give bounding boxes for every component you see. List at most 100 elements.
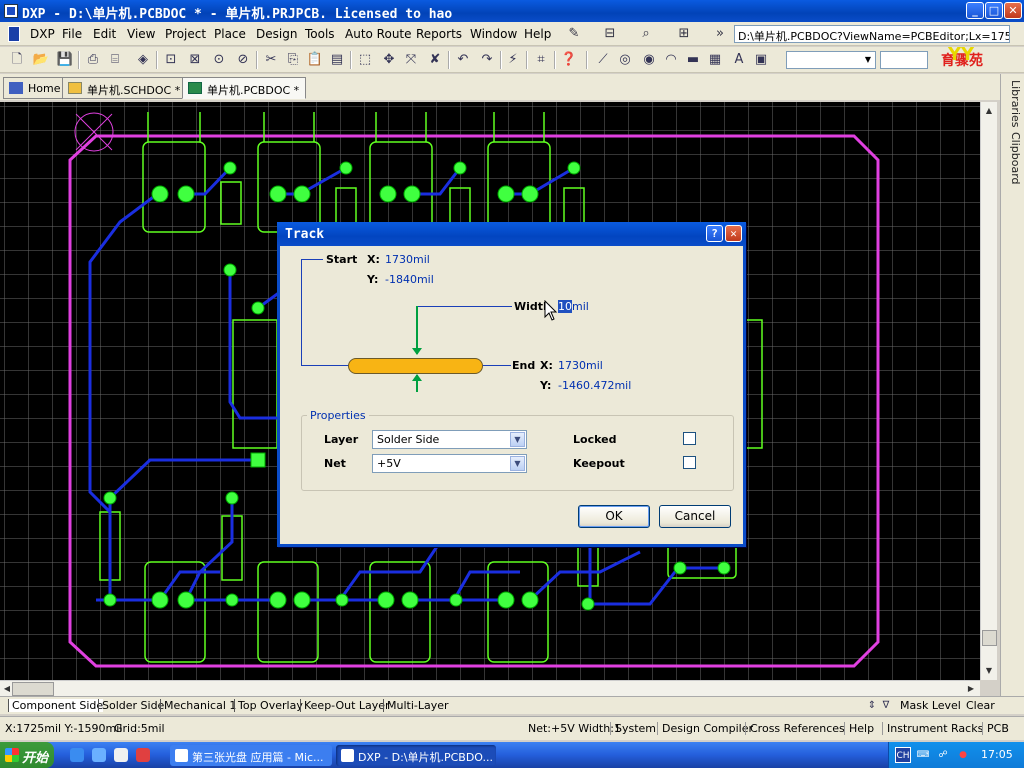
mask-level-button[interactable]: Mask Level (900, 699, 961, 712)
layer-tab-solder-side[interactable]: Solder Side (98, 699, 164, 712)
filter-icon[interactable]: ∇ (880, 697, 892, 715)
pencil-ruler-icon[interactable]: ✎ (566, 26, 582, 42)
scroll-right-icon[interactable]: ▶ (964, 682, 978, 696)
net-select[interactable]: +5V ▼ (372, 454, 527, 473)
task-word-document[interactable]: 第三张光盘 应用篇 - Mic... (170, 745, 332, 766)
place-pad-icon[interactable]: ◎ (616, 51, 634, 69)
menu-reports[interactable]: Reports (416, 27, 462, 41)
layer-tab-keep-out[interactable]: Keep-Out Layer (300, 699, 390, 712)
browse-component-icon[interactable]: ⌗ (532, 51, 550, 69)
select-area-icon[interactable]: ⬚ (356, 51, 374, 69)
menu-view[interactable]: View (127, 27, 155, 41)
mask-combo[interactable] (880, 51, 928, 69)
menu-design[interactable]: Design (256, 27, 297, 41)
side-tab-libraries[interactable]: Libraries (1004, 80, 1022, 128)
new-file-icon[interactable]: 🗋 (8, 51, 26, 69)
chevron-down-icon[interactable]: ▼ (510, 456, 525, 471)
print-preview-icon[interactable]: ⌸ (106, 51, 124, 69)
maximize-button[interactable]: □ (985, 2, 1003, 19)
keyboard-icon[interactable]: ⌨ (915, 747, 931, 763)
layer-options-icon[interactable]: ⇕ (866, 697, 878, 715)
layer-tab-mechanical-1[interactable]: Mechanical 1 (160, 699, 236, 712)
interactive-route-icon[interactable]: ⟋ (594, 51, 612, 69)
menu-edit[interactable]: Edit (93, 27, 116, 41)
zoom-fit-icon[interactable]: ⊡ (162, 51, 180, 69)
outlook-icon[interactable] (92, 748, 106, 762)
panel-design-compiler[interactable]: Design Compiler (657, 722, 753, 735)
side-tab-clipboard[interactable]: Clipboard (1004, 132, 1022, 185)
paste-icon[interactable]: 📋 (306, 51, 324, 69)
layer-tab-top-overlay[interactable]: Top Overlay (234, 699, 303, 712)
track-dialog[interactable]: Track ? ✕ Start X: 1730mil Y: -1840mil W… (277, 222, 746, 547)
cross-probe-icon[interactable]: ⚡ (504, 51, 522, 69)
find-icon[interactable]: ⌕ (638, 26, 654, 42)
menu-file[interactable]: File (62, 27, 82, 41)
cut-icon[interactable]: ✂ (262, 51, 280, 69)
place-component-icon[interactable]: ▣ (752, 51, 770, 69)
cancel-button[interactable]: Cancel (659, 505, 731, 528)
vertical-scroll-thumb[interactable] (982, 630, 997, 646)
keepout-checkbox[interactable] (683, 456, 696, 469)
panel-help[interactable]: Help (844, 722, 874, 735)
polygon-pour-icon[interactable]: ▦ (706, 51, 724, 69)
print-icon[interactable]: ⎙ (84, 51, 102, 69)
menu-dxp[interactable]: DXP (30, 27, 55, 41)
help-button[interactable]: ? (706, 225, 723, 242)
open-folder-icon[interactable]: 📂 (32, 51, 50, 69)
place-via-icon[interactable]: ◉ (640, 51, 658, 69)
route-icon[interactable]: ⊟ (602, 26, 618, 42)
tab-home[interactable]: Home (3, 77, 68, 99)
network-icon[interactable]: ☍ (935, 747, 951, 763)
layer-select[interactable]: Solder Side ▼ (372, 430, 527, 449)
chevron-down-icon[interactable]: ▼ (510, 432, 525, 447)
scroll-down-icon[interactable]: ▼ (982, 664, 996, 678)
overflow-chevron-icon[interactable]: » (712, 26, 728, 42)
layer-stack-icon[interactable]: ◈ (134, 51, 152, 69)
close-button[interactable]: ✕ (1004, 2, 1022, 19)
component-icon[interactable]: ⊞ (676, 26, 692, 42)
copy-icon[interactable]: ⎘ (284, 51, 302, 69)
ie-icon[interactable] (70, 748, 84, 762)
tab-pcb[interactable]: 单片机.PCBDOC * (182, 77, 307, 99)
layer-tab-component-side[interactable]: Component Side (8, 699, 104, 712)
menu-tools[interactable]: Tools (305, 27, 335, 41)
place-string-icon[interactable]: A (730, 51, 748, 69)
horizontal-scrollbar[interactable]: ◀ ▶ (0, 680, 980, 696)
locked-checkbox[interactable] (683, 432, 696, 445)
end-x-value[interactable]: 1730mil (558, 359, 603, 372)
desktop-icon[interactable] (114, 748, 128, 762)
menu-place[interactable]: Place (214, 27, 246, 41)
panel-system[interactable]: System (610, 722, 656, 735)
place-fill-icon[interactable]: ▬ (684, 51, 702, 69)
scroll-up-icon[interactable]: ▲ (982, 104, 996, 118)
save-icon[interactable]: 💾 (56, 51, 74, 69)
panel-cross-references[interactable]: Cross References (745, 722, 845, 735)
menu-auto-route[interactable]: Auto Route (345, 27, 412, 41)
deselect-icon[interactable]: ✘ (426, 51, 444, 69)
zoom-filter-icon[interactable]: ⊘ (234, 51, 252, 69)
security-icon[interactable]: ● (955, 747, 971, 763)
minimize-button[interactable]: _ (966, 2, 984, 19)
ok-button[interactable]: OK (578, 505, 650, 528)
layer-tab-multi-layer[interactable]: Multi-Layer (383, 699, 449, 712)
help-query-icon[interactable]: ❓ (560, 51, 578, 69)
zoom-selected-icon[interactable]: ⊙ (210, 51, 228, 69)
menu-window[interactable]: Window (470, 27, 517, 41)
language-indicator[interactable]: CH (895, 747, 911, 763)
end-y-value[interactable]: -1460.472mil (558, 379, 631, 392)
start-x-value[interactable]: 1730mil (385, 253, 430, 266)
move-icon[interactable]: ✥ (380, 51, 398, 69)
start-button[interactable]: 开始 (0, 742, 54, 768)
task-dxp[interactable]: DXP - D:\单片机.PCBDO... (336, 745, 496, 766)
clear-button[interactable]: Clear (966, 699, 995, 712)
window-title-bar[interactable]: DXP - D:\单片机.PCBDOC * - 单片机.PRJPCB. Lice… (0, 0, 1024, 22)
app-launch-icon[interactable] (136, 748, 150, 762)
dialog-close-button[interactable]: ✕ (725, 225, 742, 242)
rubber-stamp-icon[interactable]: ▤ (328, 51, 346, 69)
panel-pcb[interactable]: PCB (982, 722, 1009, 735)
dialog-title-bar[interactable]: Track ? ✕ (277, 222, 746, 246)
move-selection-icon[interactable]: ⤧ (402, 51, 420, 69)
panel-instrument-racks[interactable]: Instrument Racks (882, 722, 983, 735)
start-y-value[interactable]: -1840mil (385, 273, 434, 286)
place-arc-icon[interactable]: ◠ (662, 51, 680, 69)
